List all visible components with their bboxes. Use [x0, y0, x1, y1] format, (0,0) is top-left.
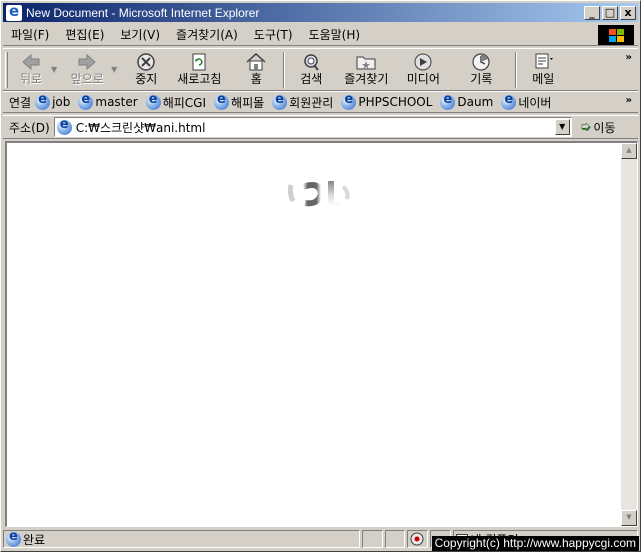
back-label: 뒤로 [19, 72, 43, 86]
windows-logo-icon [598, 25, 634, 45]
search-icon [304, 54, 320, 71]
go-arrow-icon: ➭ [579, 119, 592, 135]
history-button[interactable]: 기록 [461, 49, 501, 91]
title-bar[interactable]: New Document - Microsoft Internet Explor… [3, 2, 638, 22]
links-more-icon[interactable]: » [626, 95, 632, 106]
ie-page-icon [341, 92, 357, 110]
home-icon [246, 52, 266, 71]
go-button[interactable]: ➭ 이동 [580, 119, 616, 136]
forward-arrow-icon [78, 53, 96, 71]
toolbar-more-icon[interactable]: » [626, 52, 632, 63]
link-job[interactable]: job [35, 92, 70, 110]
forward-label: 앞으로 [70, 72, 104, 86]
go-label: 이동 [593, 120, 616, 135]
stop-label: 중지 [135, 72, 158, 86]
address-value[interactable]: C:₩스크린샷₩ani.html [76, 119, 206, 136]
ie-page-icon [78, 92, 94, 110]
menu-view[interactable]: 보기(V) [112, 26, 168, 44]
menu-file[interactable]: 파일(F) [3, 26, 57, 44]
address-bar: 주소(D) C:₩스크린샷₩ani.html ▼ ➭ 이동 [3, 115, 638, 139]
status-pane [384, 530, 406, 548]
forward-dropdown-icon[interactable]: ▼ [111, 65, 117, 74]
stop-icon [137, 53, 156, 71]
menu-tools[interactable]: 도구(T) [246, 26, 301, 44]
link-happycgi[interactable]: 해피CGI [145, 92, 206, 111]
toolbar-grip[interactable] [5, 52, 8, 88]
back-arrow-icon [22, 53, 40, 71]
media-icon [414, 53, 432, 71]
link-daum[interactable]: Daum [440, 92, 493, 110]
favorites-label: 즐겨찾기 [344, 72, 389, 86]
search-label: 검색 [300, 72, 323, 86]
link-naver[interactable]: 네이버 [501, 92, 551, 111]
forward-button[interactable]: 앞으로 [63, 49, 111, 91]
mail-icon [535, 53, 554, 69]
media-button[interactable]: 미디어 [401, 49, 445, 91]
ie-page-icon [501, 92, 517, 110]
stop-button[interactable]: 중지 [125, 49, 167, 91]
window-title: New Document - Microsoft Internet Explor… [26, 5, 260, 20]
ie-page-icon [440, 92, 456, 110]
menu-edit[interactable]: 편집(E) [57, 26, 112, 44]
maximize-button[interactable]: □ [602, 5, 618, 20]
ie-page-icon [35, 92, 51, 110]
link-member-management[interactable]: 회원관리 [272, 92, 333, 111]
menu-favorites[interactable]: 즐겨찾기(A) [168, 26, 246, 44]
favorites-button[interactable]: 즐겨찾기 [337, 49, 395, 91]
media-label: 미디어 [406, 72, 440, 86]
address-dropdown-icon[interactable]: ▼ [554, 119, 570, 135]
links-bar: 연결 job master 해피CGI 해피몰 회원관리 PHPSCHOOL D… [3, 91, 638, 113]
search-button[interactable]: 검색 [291, 49, 331, 91]
security-icon [410, 532, 424, 546]
menu-bar: 파일(F) 편집(E) 보기(V) 즐겨찾기(A) 도구(T) 도움말(H) [3, 24, 638, 46]
address-input[interactable]: C:₩스크린샷₩ani.html ▼ [53, 117, 572, 137]
back-button[interactable]: 뒤로 [11, 49, 51, 91]
refresh-label: 새로고침 [177, 72, 222, 86]
history-icon [472, 53, 490, 71]
page-icon [56, 117, 72, 135]
close-button[interactable]: x [620, 5, 636, 20]
ie-page-icon [214, 92, 230, 110]
toolbar-separator [283, 52, 286, 88]
security-pane [407, 530, 428, 548]
link-happymall[interactable]: 해피몰 [214, 92, 264, 111]
status-pane [361, 530, 383, 548]
history-label: 기록 [470, 72, 493, 86]
page-content[interactable]: ▲ ▼ [5, 141, 638, 527]
animated-logo-graphic [287, 181, 350, 221]
toolbar-separator [515, 52, 518, 88]
copyright-watermark: Copyright(c) http://www.happycgi.com [431, 536, 639, 551]
links-label: 연결 [9, 95, 32, 110]
mail-label: 메일 [532, 72, 555, 86]
menu-help[interactable]: 도움말(H) [301, 26, 369, 44]
back-dropdown-icon[interactable]: ▼ [51, 65, 57, 74]
browser-window: New Document - Microsoft Internet Explor… [0, 0, 641, 552]
scroll-down-button[interactable]: ▼ [621, 510, 637, 526]
address-label: 주소(D) [9, 120, 50, 135]
ie-page-icon [272, 92, 288, 110]
home-button[interactable]: 홈 [235, 49, 277, 91]
home-label: 홈 [250, 72, 262, 86]
minimize-button[interactable]: _ [584, 5, 600, 20]
favorites-folder-icon [356, 56, 376, 70]
status-text: 완료 [23, 532, 46, 547]
scroll-up-button[interactable]: ▲ [621, 143, 637, 159]
link-master[interactable]: master [78, 92, 138, 110]
refresh-icon [192, 53, 206, 71]
ie-logo-icon[interactable] [6, 2, 22, 21]
refresh-button[interactable]: 새로고침 [169, 49, 229, 91]
standard-toolbar: 뒤로 ▼ 앞으로 ▼ 중지 새로고침 홈 검색 즐겨찾기 미디어 기록 메일 » [3, 48, 638, 91]
mail-button[interactable]: 메일 [523, 49, 563, 91]
window-controls: _ □ x [582, 5, 636, 20]
link-phpschool[interactable]: PHPSCHOOL [341, 92, 432, 110]
page-done-icon [6, 529, 21, 547]
ie-page-icon [145, 92, 161, 110]
status-text-pane: 완료 [3, 529, 360, 548]
vertical-scrollbar[interactable]: ▲ ▼ [621, 143, 637, 526]
